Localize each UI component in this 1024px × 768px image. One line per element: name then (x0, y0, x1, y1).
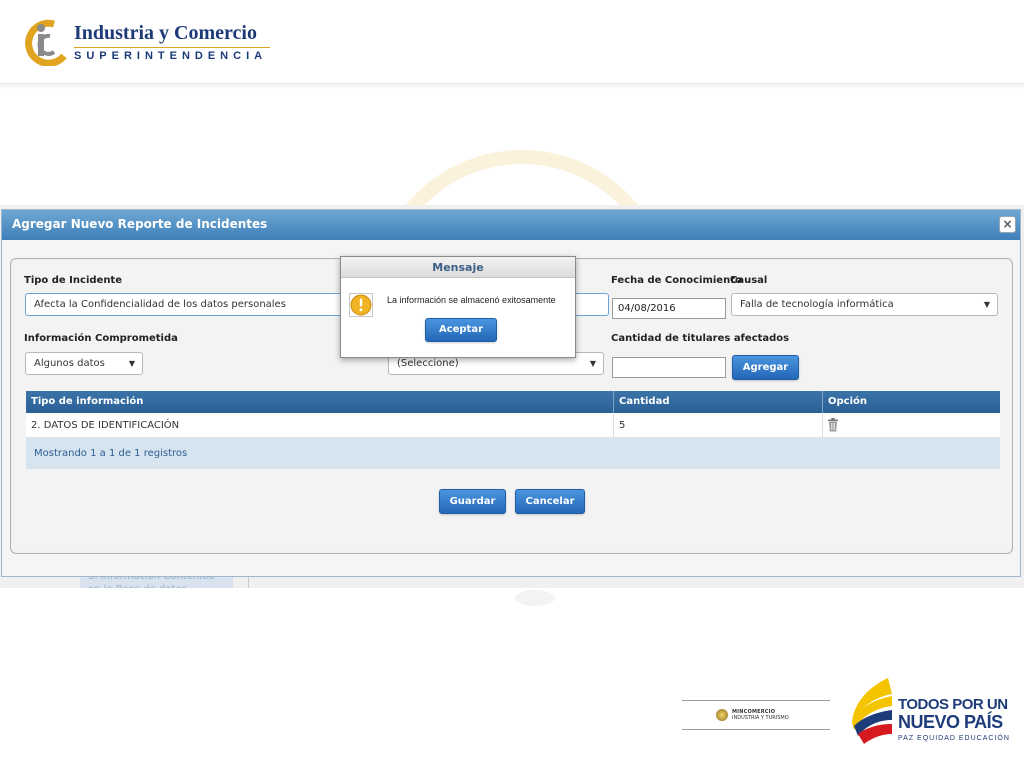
background-watermark-fragment (515, 590, 555, 606)
info-comprometida-label: Información Comprometida (24, 333, 178, 344)
message-text: La información se almacenó exitosamente (387, 295, 556, 305)
message-title[interactable]: Mensaje (341, 257, 575, 278)
campaign-line1: TODOS POR UN (898, 696, 1008, 713)
chevron-down-icon: ▼ (128, 359, 135, 368)
mincomercio-subtitle: INDUSTRIA Y TURISMO (732, 715, 789, 721)
logo-subtitle: SUPERINTENDENCIA (74, 50, 268, 62)
message-dialog: Mensaje La información se almacenó exito… (340, 256, 576, 358)
cancel-button[interactable]: Cancelar (515, 489, 585, 514)
sic-logo: Industria y Comercio SUPERINTENDENCIA (24, 18, 270, 70)
cantidad-titulares-label: Cantidad de titulares afectados (611, 333, 790, 344)
chevron-down-icon: ▼ (983, 300, 990, 309)
coat-of-arms-icon (716, 709, 728, 721)
add-button[interactable]: Agregar (732, 355, 799, 380)
column-header-opcion[interactable]: Opción (823, 391, 1000, 413)
table-info-footer: Mostrando 1 a 1 de 1 registros (26, 438, 1000, 469)
mincomercio-logo: MINCOMERCIO INDUSTRIA Y TURISMO (682, 700, 830, 730)
info-table-header: Tipo de información Cantidad Opción (26, 391, 1000, 413)
column-header-tipo[interactable]: Tipo de información (26, 391, 613, 413)
close-button[interactable]: × (999, 216, 1016, 233)
column-divider (822, 413, 823, 438)
colombia-flag-swoosh-icon (852, 678, 892, 744)
causal-value: Falla de tecnología informática (740, 299, 894, 310)
info-comprometida-value: Algunos datos (34, 358, 105, 369)
close-icon: × (1002, 217, 1013, 231)
site-header: Industria y Comercio SUPERINTENDENCIA (0, 0, 1024, 84)
accept-button[interactable]: Aceptar (425, 318, 497, 342)
logo-title: Industria y Comercio (74, 22, 257, 44)
dialog-titlebar[interactable]: Agregar Nuevo Reporte de Incidentes × (2, 210, 1020, 240)
sic-emblem-icon (25, 19, 67, 66)
info-comprometida-select[interactable]: Algunos datos ▼ (25, 352, 143, 375)
logo-rule (74, 47, 270, 48)
save-button[interactable]: Guardar (439, 489, 506, 514)
dialog-title: Agregar Nuevo Reporte de Incidentes (12, 217, 268, 231)
causal-label: Causal (730, 275, 768, 286)
tipo-incidente-label: Tipo de Incidente (24, 275, 122, 286)
campaign-tagline: PAZ EQUIDAD EDUCACIÓN (898, 735, 1010, 742)
cell-cantidad: 5 (619, 420, 626, 431)
table-row: 2. DATOS DE IDENTIFICACIÓN 5 (26, 413, 1000, 438)
tipo-informacion-value: (Seleccione) (397, 358, 459, 369)
cantidad-titulares-input[interactable] (612, 357, 726, 378)
cell-tipo: 2. DATOS DE IDENTIFICACIÓN (31, 420, 180, 431)
todos-por-un-nuevo-pais-logo: TODOS POR UN NUEVO PAÍS PAZ EQUIDAD EDUC… (848, 676, 1010, 748)
causal-select[interactable]: Falla de tecnología informática ▼ (731, 293, 998, 316)
chevron-down-icon: ▼ (589, 359, 596, 368)
fecha-conocimiento-label: Fecha de Conocimiento (611, 275, 742, 286)
column-header-cantidad[interactable]: Cantidad (614, 391, 822, 413)
tipo-incidente-value: Afecta la Confidencialidad de los datos … (34, 299, 286, 310)
warning-icon (349, 293, 373, 317)
campaign-line2: NUEVO PAÍS (898, 712, 1003, 732)
fecha-conocimiento-input[interactable] (612, 298, 726, 319)
trash-icon[interactable] (827, 418, 839, 432)
